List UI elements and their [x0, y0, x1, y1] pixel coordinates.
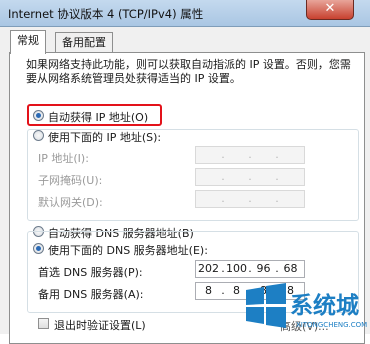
- subnet-mask-label: 子网掩码(U):: [38, 174, 103, 187]
- tab-alternate-config[interactable]: 备用配置: [55, 32, 113, 53]
- alternate-dns-label: 备用 DNS 服务器(A):: [38, 288, 144, 301]
- title-bar: Internet 协议版本 4 (TCP/IPv4) 属性 ✕: [0, 0, 370, 27]
- windows-flag-icon: [246, 283, 286, 328]
- preferred-dns-label: 首选 DNS 服务器(P):: [38, 266, 143, 279]
- close-button[interactable]: ✕: [306, 0, 354, 20]
- tab-general[interactable]: 常规: [10, 30, 46, 54]
- manual-dns-label: 使用下面的 DNS 服务器地址(E):: [48, 244, 208, 257]
- preferred-dns-octet-1: 202: [198, 262, 219, 275]
- validate-on-exit-label: 退出时验证设置(L): [54, 319, 146, 332]
- description-text: 如果网络支持此功能，则可以获取自动指派的 IP 设置。否则，您需要从网络系统管理…: [26, 58, 351, 85]
- ip-address-label: IP 地址(I):: [38, 152, 89, 165]
- default-gateway-input[interactable]: ...: [195, 190, 305, 208]
- highlight-box: [27, 104, 162, 126]
- preferred-dns-octet-3: 96: [256, 262, 271, 275]
- preferred-dns-octet-2: 100: [226, 262, 247, 275]
- watermark-text: 系统城: [290, 292, 359, 319]
- manual-ip-label: 使用下面的 IP 地址(S):: [48, 131, 162, 144]
- manual-ip-radio[interactable]: [33, 130, 44, 141]
- default-gateway-label: 默认网关(D):: [38, 196, 103, 209]
- validate-on-exit-checkbox[interactable]: [38, 318, 49, 329]
- preferred-dns-octet-4: 68: [283, 262, 298, 275]
- window-title: Internet 协议版本 4 (TCP/IPv4) 属性: [8, 7, 204, 21]
- watermark-subtext: XITONGCHENG.COM: [296, 321, 367, 329]
- alternate-dns-octet-1: 8: [205, 284, 212, 297]
- manual-dns-radio[interactable]: [33, 243, 44, 254]
- watermark-logo: 系统城 XITONGCHENG.COM: [246, 283, 367, 329]
- ip-address-input[interactable]: ...: [195, 146, 305, 164]
- preferred-dns-input[interactable]: 202 . 100 . 96 . 68: [195, 260, 305, 278]
- subnet-mask-input[interactable]: ...: [195, 168, 305, 186]
